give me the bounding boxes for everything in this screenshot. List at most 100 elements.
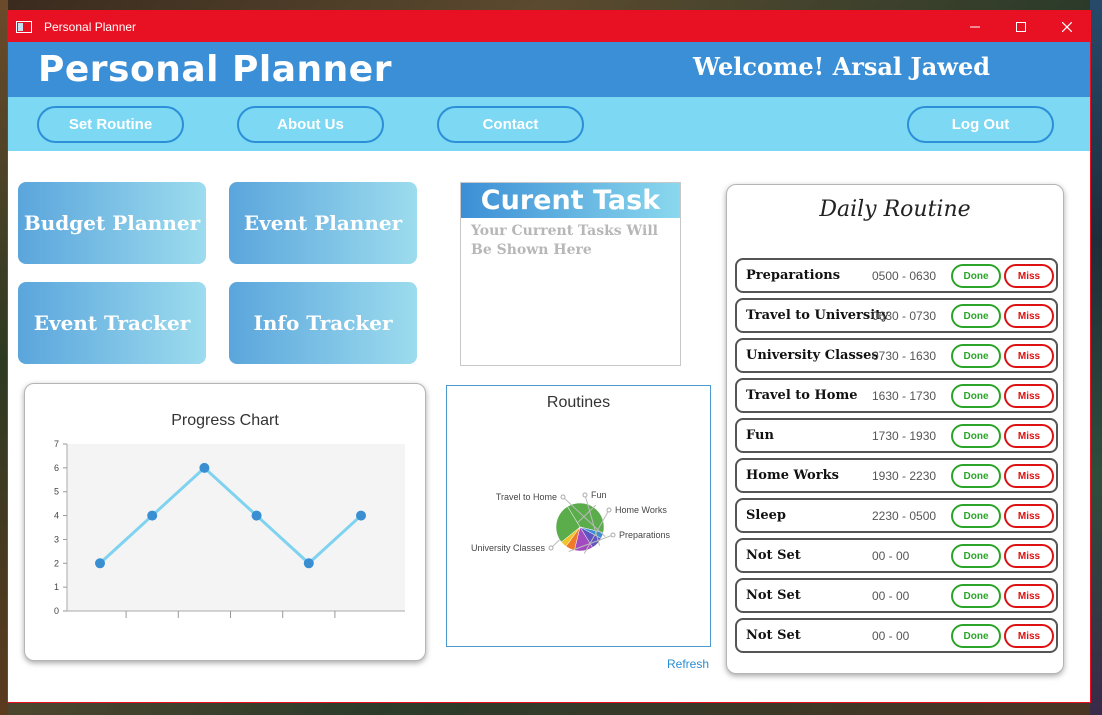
done-button[interactable]: Done [951, 624, 1001, 648]
done-button[interactable]: Done [951, 344, 1001, 368]
header-banner: Personal Planner Welcome! Arsal Jawed [8, 42, 1090, 97]
routine-row: Not Set 00 - 00 Done Miss [735, 538, 1058, 573]
desktop-background-right [1090, 0, 1102, 715]
done-button[interactable]: Done [951, 264, 1001, 288]
data-point [303, 558, 314, 569]
routine-time: 00 - 00 [872, 588, 910, 603]
routine-name: Not Set [746, 548, 801, 563]
miss-button[interactable]: Miss [1004, 264, 1054, 288]
pie-label-dot [548, 545, 554, 551]
current-task-title: Curent Task [461, 183, 680, 218]
daily-routine-card: Daily Routine Preparations 0500 - 0630 Don… [726, 184, 1064, 674]
done-button[interactable]: Done [951, 544, 1001, 568]
done-button[interactable]: Done [951, 304, 1001, 328]
event-tracker-tile[interactable]: Event Tracker [18, 282, 206, 364]
done-button[interactable]: Done [951, 584, 1001, 608]
routine-row: Not Set 00 - 00 Done Miss [735, 618, 1058, 653]
nav-bar: Set Routine About Us Contact Log Out [8, 97, 1090, 151]
routine-name: Not Set [746, 628, 801, 643]
pie-label: Home Works [615, 505, 667, 515]
close-button[interactable] [1044, 11, 1090, 42]
routine-row: University Classes 0730 - 1630 Done Miss [735, 338, 1058, 373]
routine-time: 0630 - 0730 [872, 308, 937, 323]
y-tick-label: 1 [54, 582, 59, 592]
routine-row: Home Works 1930 - 2230 Done Miss [735, 458, 1058, 493]
routine-time: 00 - 00 [872, 548, 910, 563]
done-button[interactable]: Done [951, 504, 1001, 528]
progress-chart: 0 1 2 3 4 5 6 7 [54, 439, 405, 618]
y-tick-label: 2 [54, 558, 59, 568]
progress-chart-card: Progress Chart 01234567 [24, 383, 426, 661]
window-title: Personal Planner [44, 19, 137, 34]
contact-button[interactable]: Contact [437, 106, 584, 143]
routine-name: Sleep [746, 508, 786, 523]
miss-button[interactable]: Miss [1004, 584, 1054, 608]
miss-button[interactable]: Miss [1004, 304, 1054, 328]
routine-name: Travel to Home [746, 388, 858, 403]
minimize-button[interactable] [952, 11, 998, 42]
y-tick-label: 5 [54, 487, 59, 497]
app-window: Personal Planner Personal Planner Welcom… [7, 10, 1091, 703]
routine-time: 1630 - 1730 [872, 388, 937, 403]
routine-row: Travel to University 0630 - 0730 Done Miss [735, 298, 1058, 333]
routine-name: Home Works [746, 468, 839, 483]
pie-label: Fun [591, 490, 607, 500]
miss-button[interactable]: Miss [1004, 504, 1054, 528]
refresh-link[interactable]: Refresh [667, 657, 709, 671]
routine-time: 2230 - 0500 [872, 508, 937, 523]
miss-button[interactable]: Miss [1004, 624, 1054, 648]
done-button[interactable]: Done [951, 424, 1001, 448]
info-tracker-tile[interactable]: Info Tracker [229, 282, 417, 364]
budget-planner-tile[interactable]: Budget Planner [18, 182, 206, 264]
y-tick-label: 6 [54, 463, 59, 473]
routine-name: Travel to University [746, 308, 889, 323]
miss-button[interactable]: Miss [1004, 384, 1054, 408]
routine-time: 1930 - 2230 [872, 468, 937, 483]
data-point [251, 510, 262, 521]
routine-time: 00 - 00 [872, 628, 910, 643]
daily-routine-title: Daily Routine [819, 197, 971, 222]
routine-name: University Classes [746, 348, 879, 363]
routines-chart-panel: Routines University Classes Travel to Hom… [446, 385, 711, 647]
data-point [95, 558, 105, 569]
routine-row: Sleep 2230 - 0500 Done Miss [735, 498, 1058, 533]
data-point [356, 510, 366, 521]
welcome-message: Welcome! Arsal Jawed [693, 52, 990, 81]
current-task-placeholder: Your Current Tasks Will Be Shown Here [471, 223, 658, 258]
pie-label: Preparations [619, 530, 671, 540]
minimize-icon [970, 26, 980, 27]
done-button[interactable]: Done [951, 384, 1001, 408]
miss-button[interactable]: Miss [1004, 344, 1054, 368]
maximize-button[interactable] [998, 11, 1044, 42]
routines-pie-chart: University Classes Travel to Home Fun Home … [471, 490, 671, 554]
title-bar[interactable]: Personal Planner [8, 11, 1090, 42]
routine-time: 0500 - 0630 [872, 268, 937, 283]
data-point [199, 462, 210, 473]
miss-button[interactable]: Miss [1004, 544, 1054, 568]
current-task-panel: Curent Task Your Current Tasks Will Be S… [460, 182, 681, 366]
pie-label-dot [610, 532, 616, 538]
miss-button[interactable]: Miss [1004, 464, 1054, 488]
event-planner-tile[interactable]: Event Planner [229, 182, 417, 264]
y-tick-label: 0 [54, 606, 59, 616]
routine-row: Fun 1730 - 1930 Done Miss [735, 418, 1058, 453]
routine-row: Not Set 00 - 00 Done Miss [735, 578, 1058, 613]
done-button[interactable]: Done [951, 464, 1001, 488]
app-title: Personal Planner [38, 49, 392, 90]
window-controls [952, 11, 1090, 42]
pie-label-dot [560, 494, 566, 500]
routine-row: Preparations 0500 - 0630 Done Miss [735, 258, 1058, 293]
maximize-icon [1016, 21, 1026, 32]
log-out-button[interactable]: Log Out [907, 106, 1054, 143]
pie-label-dot [582, 492, 588, 498]
close-icon [1062, 21, 1072, 32]
routine-name: Fun [746, 428, 774, 443]
plot-area [67, 444, 405, 611]
app-icon [16, 20, 32, 33]
set-routine-button[interactable]: Set Routine [37, 106, 184, 143]
pie-label: University Classes [471, 543, 546, 553]
about-us-button[interactable]: About Us [237, 106, 384, 143]
y-tick-label: 3 [54, 534, 59, 544]
miss-button[interactable]: Miss [1004, 424, 1054, 448]
pie-label-dot [606, 507, 612, 513]
